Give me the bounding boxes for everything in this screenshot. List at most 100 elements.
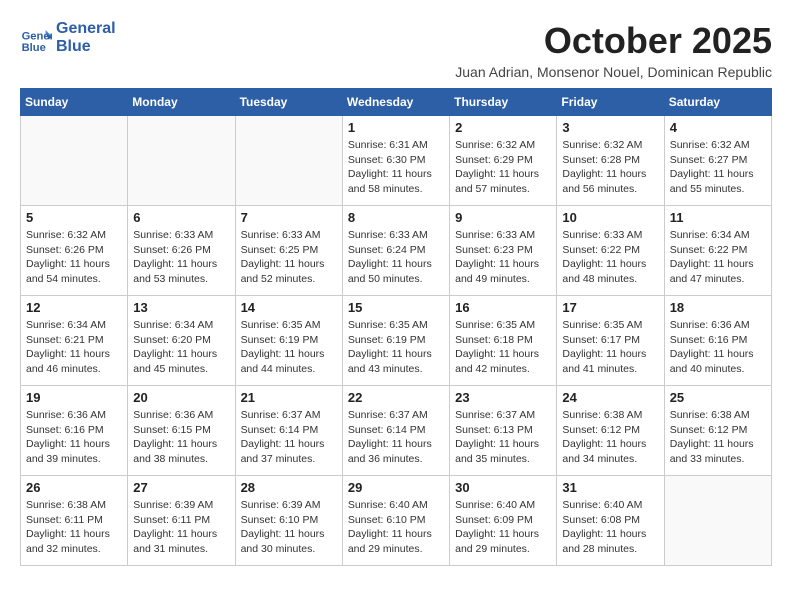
day-info: Sunrise: 6:33 AM Sunset: 6:26 PM Dayligh…: [133, 228, 229, 287]
calendar-cell: 17 Sunrise: 6:35 AM Sunset: 6:17 PM Dayli…: [557, 296, 664, 386]
day-number: 17: [562, 300, 658, 315]
day-info: Sunrise: 6:32 AM Sunset: 6:27 PM Dayligh…: [670, 138, 766, 197]
day-info: Sunrise: 6:39 AM Sunset: 6:11 PM Dayligh…: [133, 498, 229, 557]
calendar-cell: 1Sunrise: 6:31 AM Sunset: 6:30 PM Daylig…: [342, 116, 449, 206]
month-title: October 2025: [455, 20, 772, 62]
day-number: 16: [455, 300, 551, 315]
weekday-header-tuesday: Tuesday: [235, 89, 342, 116]
day-number: 10: [562, 210, 658, 225]
day-info: Sunrise: 6:32 AM Sunset: 6:26 PM Dayligh…: [26, 228, 122, 287]
calendar-cell: 13 Sunrise: 6:34 AM Sunset: 6:20 PM Dayli…: [128, 296, 235, 386]
day-info: Sunrise: 6:32 AM Sunset: 6:28 PM Dayligh…: [562, 138, 658, 197]
calendar-cell: 23 Sunrise: 6:37 AM Sunset: 6:13 PM Dayli…: [450, 386, 557, 476]
day-info: Sunrise: 6:33 AM Sunset: 6:24 PM Dayligh…: [348, 228, 444, 287]
weekday-header-thursday: Thursday: [450, 89, 557, 116]
day-info: Sunrise: 6:35 AM Sunset: 6:19 PM Dayligh…: [241, 318, 337, 377]
calendar-cell: 2 Sunrise: 6:32 AM Sunset: 6:29 PM Daylig…: [450, 116, 557, 206]
weekday-header-sunday: Sunday: [21, 89, 128, 116]
calendar-week-row: 12Sunrise: 6:34 AM Sunset: 6:21 PM Dayli…: [21, 296, 772, 386]
weekday-header-friday: Friday: [557, 89, 664, 116]
calendar-cell: 29Sunrise: 6:40 AM Sunset: 6:10 PM Dayli…: [342, 476, 449, 566]
calendar-cell: 27 Sunrise: 6:39 AM Sunset: 6:11 PM Dayli…: [128, 476, 235, 566]
page-header: General Blue General Blue October 2025 J…: [20, 20, 772, 80]
calendar-week-row: 5 Sunrise: 6:32 AM Sunset: 6:26 PM Daylig…: [21, 206, 772, 296]
day-number: 28: [241, 480, 337, 495]
calendar-cell: 28 Sunrise: 6:39 AM Sunset: 6:10 PM Dayli…: [235, 476, 342, 566]
day-number: 22: [348, 390, 444, 405]
day-number: 14: [241, 300, 337, 315]
calendar-table: SundayMondayTuesdayWednesdayThursdayFrid…: [20, 88, 772, 566]
calendar-cell: 16 Sunrise: 6:35 AM Sunset: 6:18 PM Dayli…: [450, 296, 557, 386]
calendar-cell: 3 Sunrise: 6:32 AM Sunset: 6:28 PM Daylig…: [557, 116, 664, 206]
calendar-cell: 4Sunrise: 6:32 AM Sunset: 6:27 PM Daylig…: [664, 116, 771, 206]
day-info: Sunrise: 6:40 AM Sunset: 6:08 PM Dayligh…: [562, 498, 658, 557]
day-info: Sunrise: 6:36 AM Sunset: 6:16 PM Dayligh…: [26, 408, 122, 467]
calendar-cell: 21Sunrise: 6:37 AM Sunset: 6:14 PM Dayli…: [235, 386, 342, 476]
calendar-cell: [21, 116, 128, 206]
day-info: Sunrise: 6:35 AM Sunset: 6:18 PM Dayligh…: [455, 318, 551, 377]
day-number: 30: [455, 480, 551, 495]
day-number: 20: [133, 390, 229, 405]
calendar-cell: [664, 476, 771, 566]
logo-icon: General Blue: [20, 22, 52, 54]
calendar-cell: 11 Sunrise: 6:34 AM Sunset: 6:22 PM Dayli…: [664, 206, 771, 296]
calendar-cell: 22 Sunrise: 6:37 AM Sunset: 6:14 PM Dayli…: [342, 386, 449, 476]
calendar-cell: [128, 116, 235, 206]
day-number: 2: [455, 120, 551, 135]
day-number: 5: [26, 210, 122, 225]
day-info: Sunrise: 6:40 AM Sunset: 6:09 PM Dayligh…: [455, 498, 551, 557]
day-info: Sunrise: 6:33 AM Sunset: 6:25 PM Dayligh…: [241, 228, 337, 287]
day-info: Sunrise: 6:32 AM Sunset: 6:29 PM Dayligh…: [455, 138, 551, 197]
calendar-cell: 6 Sunrise: 6:33 AM Sunset: 6:26 PM Daylig…: [128, 206, 235, 296]
day-info: Sunrise: 6:37 AM Sunset: 6:13 PM Dayligh…: [455, 408, 551, 467]
day-number: 9: [455, 210, 551, 225]
day-number: 1: [348, 120, 444, 135]
day-info: Sunrise: 6:34 AM Sunset: 6:22 PM Dayligh…: [670, 228, 766, 287]
calendar-cell: 20Sunrise: 6:36 AM Sunset: 6:15 PM Dayli…: [128, 386, 235, 476]
day-number: 8: [348, 210, 444, 225]
day-info: Sunrise: 6:35 AM Sunset: 6:19 PM Dayligh…: [348, 318, 444, 377]
day-number: 13: [133, 300, 229, 315]
calendar-week-row: 19 Sunrise: 6:36 AM Sunset: 6:16 PM Dayli…: [21, 386, 772, 476]
day-number: 23: [455, 390, 551, 405]
day-number: 6: [133, 210, 229, 225]
logo-line1: General: [56, 20, 116, 38]
day-info: Sunrise: 6:33 AM Sunset: 6:22 PM Dayligh…: [562, 228, 658, 287]
calendar-cell: 7Sunrise: 6:33 AM Sunset: 6:25 PM Daylig…: [235, 206, 342, 296]
day-info: Sunrise: 6:39 AM Sunset: 6:10 PM Dayligh…: [241, 498, 337, 557]
day-info: Sunrise: 6:33 AM Sunset: 6:23 PM Dayligh…: [455, 228, 551, 287]
svg-text:Blue: Blue: [22, 41, 46, 53]
weekday-header-wednesday: Wednesday: [342, 89, 449, 116]
day-info: Sunrise: 6:37 AM Sunset: 6:14 PM Dayligh…: [348, 408, 444, 467]
day-info: Sunrise: 6:40 AM Sunset: 6:10 PM Dayligh…: [348, 498, 444, 557]
day-info: Sunrise: 6:34 AM Sunset: 6:20 PM Dayligh…: [133, 318, 229, 377]
day-info: Sunrise: 6:36 AM Sunset: 6:16 PM Dayligh…: [670, 318, 766, 377]
day-number: 19: [26, 390, 122, 405]
day-number: 11: [670, 210, 766, 225]
calendar-cell: 14 Sunrise: 6:35 AM Sunset: 6:19 PM Dayli…: [235, 296, 342, 386]
calendar-cell: 8 Sunrise: 6:33 AM Sunset: 6:24 PM Daylig…: [342, 206, 449, 296]
calendar-subtitle: Juan Adrian, Monsenor Nouel, Dominican R…: [455, 64, 772, 80]
day-number: 3: [562, 120, 658, 135]
day-number: 26: [26, 480, 122, 495]
day-number: 24: [562, 390, 658, 405]
day-info: Sunrise: 6:38 AM Sunset: 6:11 PM Dayligh…: [26, 498, 122, 557]
calendar-cell: 18 Sunrise: 6:36 AM Sunset: 6:16 PM Dayli…: [664, 296, 771, 386]
day-number: 18: [670, 300, 766, 315]
calendar-cell: 24Sunrise: 6:38 AM Sunset: 6:12 PM Dayli…: [557, 386, 664, 476]
day-number: 31: [562, 480, 658, 495]
weekday-header-saturday: Saturday: [664, 89, 771, 116]
calendar-cell: 10 Sunrise: 6:33 AM Sunset: 6:22 PM Dayli…: [557, 206, 664, 296]
calendar-cell: 19 Sunrise: 6:36 AM Sunset: 6:16 PM Dayli…: [21, 386, 128, 476]
day-number: 27: [133, 480, 229, 495]
day-info: Sunrise: 6:34 AM Sunset: 6:21 PM Dayligh…: [26, 318, 122, 377]
day-info: Sunrise: 6:35 AM Sunset: 6:17 PM Dayligh…: [562, 318, 658, 377]
day-info: Sunrise: 6:37 AM Sunset: 6:14 PM Dayligh…: [241, 408, 337, 467]
calendar-cell: 26 Sunrise: 6:38 AM Sunset: 6:11 PM Dayli…: [21, 476, 128, 566]
day-info: Sunrise: 6:38 AM Sunset: 6:12 PM Dayligh…: [670, 408, 766, 467]
calendar-cell: 30 Sunrise: 6:40 AM Sunset: 6:09 PM Dayli…: [450, 476, 557, 566]
calendar-week-row: 26 Sunrise: 6:38 AM Sunset: 6:11 PM Dayli…: [21, 476, 772, 566]
calendar-cell: 31 Sunrise: 6:40 AM Sunset: 6:08 PM Dayli…: [557, 476, 664, 566]
logo: General Blue General Blue: [20, 20, 116, 55]
calendar-week-row: 1Sunrise: 6:31 AM Sunset: 6:30 PM Daylig…: [21, 116, 772, 206]
